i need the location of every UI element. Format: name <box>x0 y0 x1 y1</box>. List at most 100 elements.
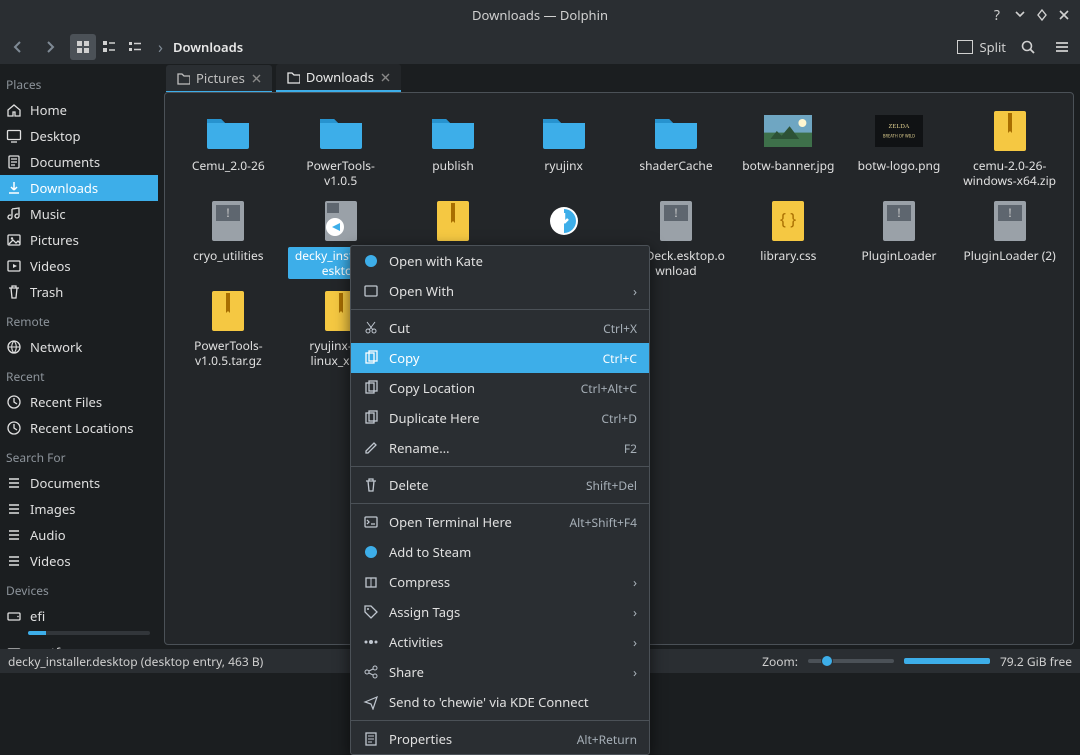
view-mode-switcher <box>70 34 148 60</box>
steam-icon <box>363 544 379 560</box>
breadcrumb-separator-icon: › <box>158 36 163 58</box>
sidebar-item-network[interactable]: Network <box>0 334 158 360</box>
menu-item-compress[interactable]: Compress› <box>351 567 649 597</box>
menu-item-activities[interactable]: Activities› <box>351 627 649 657</box>
clock-icon <box>6 394 22 410</box>
menu-item-label: Duplicate Here <box>389 409 480 427</box>
file-item[interactable]: !cryo_utilities <box>173 197 284 283</box>
sidebar-item-downloads[interactable]: Downloads <box>0 175 158 201</box>
menu-item-label: Properties <box>389 730 452 748</box>
lines-icon <box>6 501 22 517</box>
menu-item-rename[interactable]: Rename…F2 <box>351 433 649 463</box>
forward-button[interactable] <box>38 35 62 59</box>
menu-item-properties[interactable]: PropertiesAlt+Return <box>351 724 649 754</box>
copy-icon <box>363 410 379 426</box>
script-icon: ! <box>986 201 1034 241</box>
help-button[interactable]: ? <box>994 0 1000 30</box>
file-item[interactable]: !PluginLoader (2) <box>954 197 1065 283</box>
menu-item-open-with-kate[interactable]: Open with Kate <box>351 246 649 276</box>
menu-item-label: Copy <box>389 349 419 367</box>
menu-item-add-to-steam[interactable]: Add to Steam <box>351 537 649 567</box>
close-button[interactable] <box>1054 5 1074 25</box>
sidebar-item-label: Downloads <box>30 179 98 197</box>
minimize-button[interactable] <box>1010 5 1030 25</box>
sidebar-item-audio[interactable]: Audio <box>0 522 158 548</box>
tab-pictures[interactable]: Pictures <box>166 65 272 92</box>
file-item[interactable]: ryujinx <box>508 107 619 193</box>
sidebar-item-videos[interactable]: Videos <box>0 253 158 279</box>
menu-item-delete[interactable]: DeleteShift+Del <box>351 470 649 500</box>
maximize-button[interactable] <box>1032 5 1052 25</box>
close-tab-icon[interactable] <box>380 72 391 83</box>
home-icon <box>6 102 22 118</box>
menu-item-copy-location[interactable]: Copy Location Ctrl+Alt+C <box>351 373 649 403</box>
sidebar-item-label: Recent Files <box>30 393 102 411</box>
file-item[interactable]: shaderCache <box>619 107 733 193</box>
open-icon <box>363 283 379 299</box>
view-details-button[interactable] <box>122 34 148 60</box>
file-label: ryujinx <box>540 157 586 174</box>
tab-downloads[interactable]: Downloads <box>276 64 401 92</box>
file-item[interactable]: PowerTools-v1.0.5.tar.gz <box>173 287 284 373</box>
menu-button[interactable] <box>1050 35 1074 59</box>
split-view-button[interactable]: Split <box>957 38 1006 56</box>
menu-item-send-to-chewie-via-kde-connect[interactable]: Send to 'chewie' via KDE Connect <box>351 687 649 717</box>
sidebar-item-label: rootfs <box>30 643 66 649</box>
svg-text:!: ! <box>897 204 900 221</box>
view-icons-button[interactable] <box>70 34 96 60</box>
submenu-arrow-icon: › <box>633 603 637 621</box>
svg-text:ZELDA: ZELDA <box>889 123 910 130</box>
menu-item-label: Delete <box>389 476 429 494</box>
disk-free-label: 79.2 GiB free <box>1000 653 1072 670</box>
file-label: PowerTools-v1.0.5.tar.gz <box>177 337 280 369</box>
sidebar-item-pictures[interactable]: Pictures <box>0 227 158 253</box>
file-item[interactable]: Cemu_2.0-26 <box>173 107 284 193</box>
menu-item-open-terminal-here[interactable]: Open Terminal HereAlt+Shift+F4 <box>351 507 649 537</box>
zoom-slider[interactable] <box>808 659 894 663</box>
file-item[interactable]: ZELDABREATH OF WILDbotw-logo.png <box>844 107 955 193</box>
sidebar-item-documents[interactable]: Documents <box>0 149 158 175</box>
sidebar-item-trash[interactable]: Trash <box>0 279 158 305</box>
file-item[interactable]: !PluginLoader <box>844 197 955 283</box>
back-button[interactable] <box>6 35 30 59</box>
file-label: cemu-2.0-26-windows-x64.zip <box>958 157 1061 189</box>
file-item[interactable]: botw-banner.jpg <box>733 107 844 193</box>
sidebar-item-music[interactable]: Music <box>0 201 158 227</box>
menu-item-open-with[interactable]: Open With› <box>351 276 649 306</box>
sidebar-item-efi[interactable]: efi <box>0 603 158 629</box>
menu-item-copy[interactable]: CopyCtrl+C <box>351 343 649 373</box>
sidebar-item-label: Recent Locations <box>30 419 133 437</box>
folder-icon <box>540 111 588 151</box>
file-item[interactable]: cemu-2.0-26-windows-x64.zip <box>954 107 1065 193</box>
file-item[interactable]: { }library.css <box>733 197 844 283</box>
sidebar-item-rootfs[interactable]: rootfs <box>0 639 158 649</box>
menu-item-cut[interactable]: CutCtrl+X <box>351 313 649 343</box>
zip-icon <box>429 201 477 241</box>
search-button[interactable] <box>1016 35 1040 59</box>
sidebar-item-documents[interactable]: Documents <box>0 470 158 496</box>
menu-item-duplicate-here[interactable]: Duplicate HereCtrl+D <box>351 403 649 433</box>
lines-icon <box>6 475 22 491</box>
sidebar-item-recent-locations[interactable]: Recent Locations <box>0 415 158 441</box>
menu-item-assign-tags[interactable]: Assign Tags› <box>351 597 649 627</box>
sidebar-item-home[interactable]: Home <box>0 97 158 123</box>
breadcrumb-current[interactable]: Downloads <box>173 38 243 56</box>
sidebar-item-desktop[interactable]: Desktop <box>0 123 158 149</box>
file-item[interactable]: PowerTools-v1.0.5 <box>284 107 398 193</box>
sidebar-item-label: Desktop <box>30 127 81 145</box>
submenu-arrow-icon: › <box>633 663 637 681</box>
send-icon <box>363 694 379 710</box>
sidebar-item-videos[interactable]: Videos <box>0 548 158 574</box>
menu-shortcut: Ctrl+Alt+C <box>581 380 637 397</box>
sidebar-item-images[interactable]: Images <box>0 496 158 522</box>
file-item[interactable]: publish <box>398 107 509 193</box>
sidebar-item-recent-files[interactable]: Recent Files <box>0 389 158 415</box>
sidebar-item-label: Videos <box>30 552 71 570</box>
menu-separator <box>351 720 649 721</box>
close-tab-icon[interactable] <box>251 73 262 84</box>
sidebar-heading: Places <box>0 68 158 97</box>
lines-icon <box>6 553 22 569</box>
menu-item-share[interactable]: Share› <box>351 657 649 687</box>
view-compact-button[interactable] <box>96 34 122 60</box>
menu-item-label: Copy Location <box>389 379 475 397</box>
